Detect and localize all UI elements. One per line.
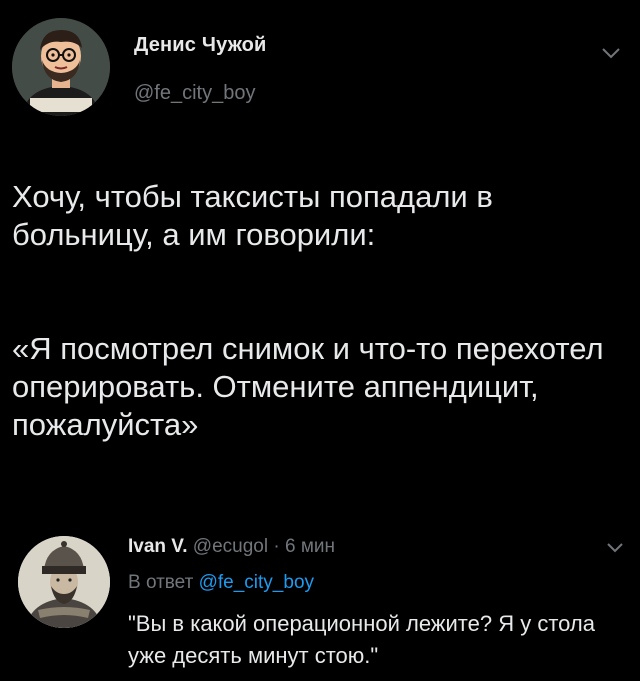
reply-timestamp[interactable]: 6 мин — [285, 536, 335, 557]
reply-header: Ivan V. @ecugol · 6 мин — [128, 536, 335, 558]
separator-dot: · — [268, 536, 285, 557]
reply-to-line: В ответ @fe_city_boy — [128, 572, 314, 594]
author-handle[interactable]: @fe_city_boy — [134, 82, 255, 105]
reply-tweet: Ivan V. @ecugol · 6 мин В ответ @fe_city… — [0, 520, 640, 681]
chevron-down-icon[interactable] — [600, 46, 622, 60]
reply-text: "Вы в какой операционной лежите? Я у сто… — [128, 611, 595, 668]
reply-author-handle[interactable]: @ecugol — [193, 536, 268, 557]
chevron-down-icon[interactable] — [606, 542, 624, 554]
avatar-illustration — [18, 536, 110, 628]
tweet-text: Хочу, чтобы таксисты попадали в больницу… — [12, 140, 622, 482]
main-tweet: Денис Чужой @fe_city_boy Хочу, чтобы так… — [0, 0, 640, 520]
reply-author-avatar[interactable] — [18, 536, 110, 628]
tweet-paragraph: Хочу, чтобы таксисты попадали в больницу… — [12, 179, 493, 252]
reply-mention-link[interactable]: @fe_city_boy — [199, 572, 314, 593]
reply-author-name[interactable]: Ivan V. — [128, 536, 188, 557]
tweet-paragraph: «Я посмотрел снимок и что-то перехотел о… — [12, 331, 604, 442]
author-name[interactable]: Денис Чужой — [134, 34, 266, 57]
avatar-illustration — [12, 18, 110, 116]
author-avatar[interactable] — [12, 18, 110, 116]
reply-to-prefix: В ответ — [128, 572, 199, 593]
